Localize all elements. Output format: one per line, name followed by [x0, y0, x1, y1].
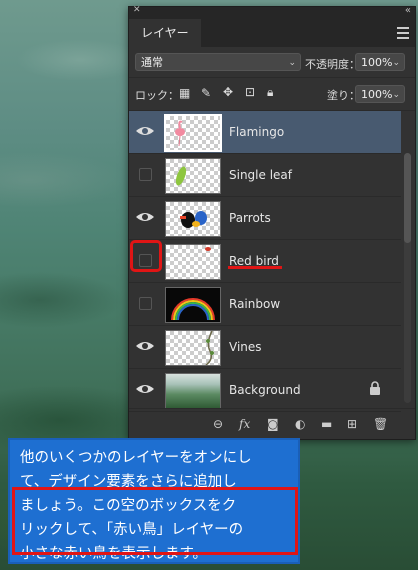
- lock-move-icon[interactable]: ✥: [223, 85, 233, 99]
- tab-bar: レイヤー: [129, 19, 415, 47]
- panel-footer: ⊖ fx ◙ ◐ ▬ ⊞ 🗑︎: [129, 408, 415, 439]
- lock-label: ロック：: [135, 89, 179, 102]
- layer-thumbnail: [165, 244, 221, 280]
- eye-icon[interactable]: [135, 338, 155, 354]
- opacity-value: 100%: [361, 56, 393, 69]
- highlight-visibility-box: [130, 240, 162, 272]
- layer-name: Parrots: [229, 211, 271, 225]
- layer-row-rainbow[interactable]: Rainbow: [129, 283, 401, 326]
- layer-name: Flamingo: [229, 125, 285, 139]
- layer-row-background[interactable]: Background: [129, 369, 401, 412]
- opacity-field[interactable]: 100% ⌄: [355, 53, 405, 71]
- lock-icon: [370, 381, 380, 395]
- layer-thumbnail: [165, 287, 221, 323]
- layer-thumbnail: [165, 330, 221, 366]
- layers-panel: ✕ « レイヤー 通常 ⌄ 不透明度： 100% ⌄ ロック： ▦ ✎ ✥ ⊡ …: [128, 5, 416, 440]
- layer-row-red-bird[interactable]: Red bird: [129, 240, 401, 283]
- visibility-box[interactable]: [139, 168, 152, 181]
- eye-icon[interactable]: [135, 209, 155, 225]
- scrollbar[interactable]: [404, 153, 411, 403]
- layer-row-parrots[interactable]: Parrots: [129, 197, 401, 240]
- layer-name: Rainbow: [229, 297, 281, 311]
- eye-icon[interactable]: [135, 381, 155, 397]
- layer-name: Background: [229, 383, 301, 397]
- layer-name: Vines: [229, 340, 262, 354]
- adjustment-icon[interactable]: ◐: [295, 417, 305, 431]
- opacity-label: 不透明度：: [305, 58, 360, 71]
- layer-thumbnail: [165, 373, 221, 409]
- lock-brush-icon[interactable]: ✎: [201, 86, 211, 100]
- lock-all-icon[interactable]: 🔒︎: [267, 85, 273, 100]
- eye-icon[interactable]: [135, 123, 155, 139]
- highlight-underline: [228, 266, 282, 269]
- callout-line: 他のいくつかのレイヤーをオンにし: [20, 450, 252, 466]
- layer-list: Flamingo Single leaf Parrots Red bird Ra…: [129, 111, 401, 412]
- fx-icon[interactable]: fx: [239, 417, 250, 431]
- scrollbar-thumb[interactable]: [404, 153, 411, 243]
- blend-row: 通常 ⌄ 不透明度： 100% ⌄: [129, 47, 415, 78]
- collapse-icon[interactable]: «: [405, 5, 411, 16]
- layer-thumbnail: [165, 201, 221, 237]
- close-icon[interactable]: ✕: [133, 5, 141, 15]
- layer-thumbnail: [165, 158, 221, 194]
- layer-name: Single leaf: [229, 168, 292, 182]
- folder-icon[interactable]: ▬: [321, 417, 332, 431]
- layer-row-single-leaf[interactable]: Single leaf: [129, 154, 401, 197]
- link-icon[interactable]: ⊖: [213, 417, 223, 431]
- layer-row-flamingo[interactable]: Flamingo: [129, 111, 401, 154]
- visibility-box[interactable]: [139, 297, 152, 310]
- new-layer-icon[interactable]: ⊞: [347, 417, 357, 431]
- panel-menu-icon[interactable]: [397, 27, 409, 42]
- lock-row: ロック： ▦ ✎ ✥ ⊡ 🔒︎ 塗り： 100% ⌄: [129, 78, 415, 111]
- trash-icon[interactable]: 🗑︎: [373, 417, 388, 431]
- chevron-down-icon: ⌄: [288, 58, 296, 68]
- chevron-down-icon: ⌄: [392, 90, 400, 100]
- chevron-down-icon: ⌄: [392, 58, 400, 68]
- blend-mode-value: 通常: [141, 56, 163, 69]
- mask-icon[interactable]: ◙: [267, 417, 279, 431]
- lock-transparent-icon[interactable]: ▦: [179, 86, 190, 100]
- layer-thumbnail: [164, 114, 222, 152]
- panel-title-strip: ✕ «: [129, 5, 415, 19]
- fill-field[interactable]: 100% ⌄: [355, 85, 405, 103]
- blend-mode-select[interactable]: 通常 ⌄: [135, 53, 301, 71]
- callout-highlight-box: [12, 487, 298, 555]
- layer-row-vines[interactable]: Vines: [129, 326, 401, 369]
- lock-artboard-icon[interactable]: ⊡: [245, 85, 255, 99]
- tab-layers[interactable]: レイヤー: [129, 19, 201, 47]
- fill-value: 100%: [361, 88, 393, 101]
